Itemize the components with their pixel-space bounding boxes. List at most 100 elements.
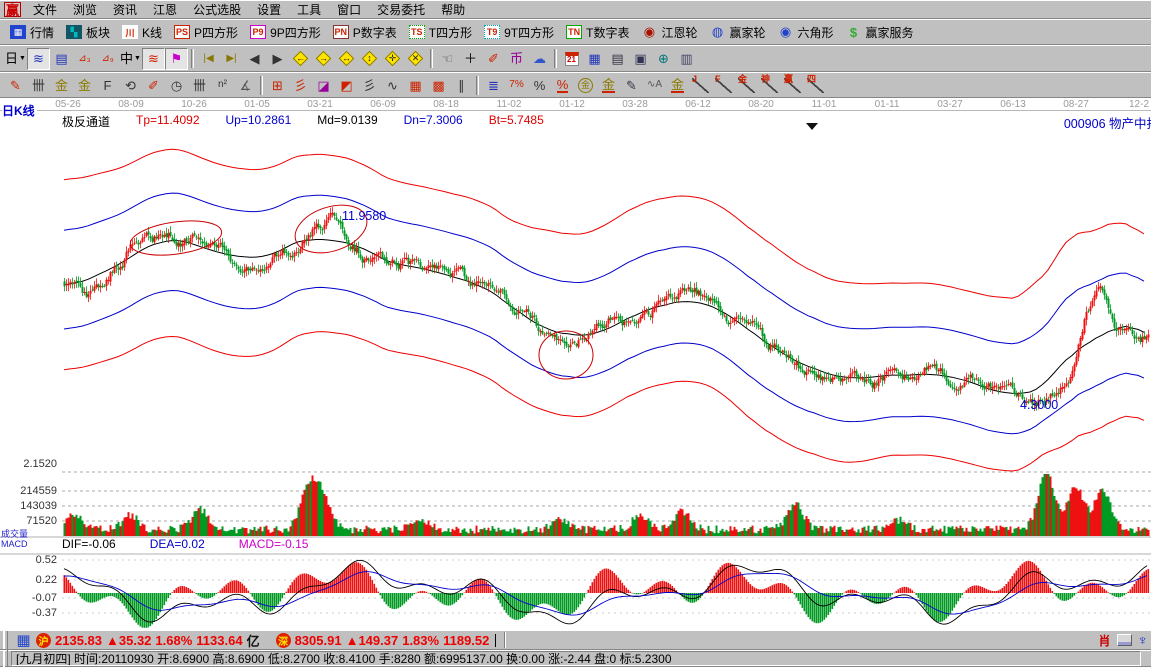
expand-vertical-button[interactable]: ↕	[358, 48, 381, 70]
percent-retrace-tool[interactable]: 7%	[505, 74, 528, 96]
menu-item[interactable]: 文件	[25, 0, 65, 19]
expand-horizontal-button[interactable]: ↔	[335, 48, 358, 70]
purple-pattern-button[interactable]: 币	[505, 48, 528, 70]
winner-wheel-button[interactable]: ◍赢家轮	[703, 21, 771, 43]
gold-scale-tool-1[interactable]: 金	[50, 74, 73, 96]
prev-button[interactable]: ◀	[243, 48, 266, 70]
network-button[interactable]: ⊕	[652, 48, 675, 70]
report-button[interactable]: ▤	[606, 48, 629, 70]
win-angle-tool[interactable]: 赢	[781, 74, 804, 96]
fan-red-tool[interactable]: 彡	[289, 74, 312, 96]
compress-button[interactable]: ✕	[404, 48, 427, 70]
pen-tool[interactable]: ✎	[4, 74, 27, 96]
spiral-scale-tool[interactable]: ⟲	[119, 74, 142, 96]
save-button[interactable]: ▣	[629, 48, 652, 70]
macd-hist-bar	[754, 587, 756, 593]
panel-drawer-icon[interactable]	[1117, 634, 1132, 646]
cloud-pattern-button[interactable]: ☁	[528, 48, 551, 70]
scale-grid-tool[interactable]: 卌	[27, 74, 50, 96]
t-number-button[interactable]: TNT数字表	[560, 21, 635, 43]
menu-item[interactable]: 公式选股	[185, 0, 249, 19]
shen-angle-tool[interactable]: 神	[758, 74, 781, 96]
zigzag-pattern-button[interactable]: ≋	[27, 48, 50, 70]
volume-bar	[1032, 520, 1034, 536]
expand-all-button[interactable]: ✛	[381, 48, 404, 70]
first-page-button[interactable]: |◀	[197, 48, 220, 70]
gold-scale-tool-2[interactable]: 金	[73, 74, 96, 96]
flag-filter-button[interactable]: ⚑	[165, 48, 188, 70]
menu-item[interactable]: 帮助	[433, 0, 473, 19]
hand-tool-button[interactable]: ☜	[436, 48, 459, 70]
fan-box-purple-tool[interactable]: ◪	[312, 74, 335, 96]
mark-pin-button[interactable]: ✐	[482, 48, 505, 70]
antenna-icon[interactable]: ♆	[1138, 632, 1149, 648]
pen-ruler-tool-icon: ✎	[626, 79, 637, 92]
next-button[interactable]: ▶	[266, 48, 289, 70]
menu-item[interactable]: 浏览	[65, 0, 105, 19]
shenzhen-index-icon[interactable]: 深	[276, 633, 291, 648]
menu-item[interactable]: 江恩	[145, 0, 185, 19]
protractor-tool[interactable]: ∡	[234, 74, 257, 96]
volume-bar	[784, 517, 786, 536]
menu-item[interactable]: 设置	[249, 0, 289, 19]
gann-bars-tool[interactable]: ≣	[482, 74, 505, 96]
n2-scale-tool[interactable]: n²	[211, 74, 234, 96]
shanghai-index-icon[interactable]: 沪	[36, 633, 51, 648]
toolbar-grip[interactable]	[3, 631, 8, 649]
menu-item[interactable]: 交易委托	[369, 0, 433, 19]
hexagon-button[interactable]: ◉六角形	[772, 21, 840, 43]
j-angle-tool[interactable]: J	[689, 74, 712, 96]
chart-area[interactable]: 11.95804.3000 日K线 极反通道 Tp=11.4092Up=10.2…	[0, 98, 1151, 630]
quotes-table-icon[interactable]: ▦	[15, 633, 32, 648]
pen-ruler-tool[interactable]: ✎	[620, 74, 643, 96]
calendar-button[interactable]: 21	[560, 48, 583, 70]
t-square-button[interactable]: TST四方形	[403, 21, 478, 43]
wave-a-tool[interactable]: ∿A	[643, 74, 666, 96]
period-day-button[interactable]: 日▼	[4, 48, 27, 70]
hash-scale-tool[interactable]: 卌	[188, 74, 211, 96]
menu-item[interactable]: 窗口	[329, 0, 369, 19]
p-number-button[interactable]: PNP数字表	[327, 21, 403, 43]
parallel-lines-tool[interactable]: ∥	[450, 74, 473, 96]
shift-right-button[interactable]: →	[312, 48, 335, 70]
menu-item[interactable]: 工具	[289, 0, 329, 19]
shift-left-button[interactable]: ←	[289, 48, 312, 70]
9t-square-button[interactable]: T99T四方形	[478, 21, 560, 43]
gold-lines-tool[interactable]: 金	[597, 74, 620, 96]
percent-line-tool[interactable]: %	[551, 74, 574, 96]
wave-tool[interactable]: ∿	[381, 74, 404, 96]
f-angle-tool[interactable]: F	[712, 74, 735, 96]
kline-button[interactable]: 川K线	[116, 21, 168, 43]
four-angle-tool[interactable]: 四	[804, 74, 827, 96]
gold-angle-tool[interactable]: 金	[735, 74, 758, 96]
bars-9-button[interactable]: ⊿₉	[96, 48, 119, 70]
pattern-red-button[interactable]: ≋	[142, 48, 165, 70]
calculator-button[interactable]: ▦	[583, 48, 606, 70]
grid-box-red-tool[interactable]: ▩	[427, 74, 450, 96]
box-target-tool[interactable]: ⊞	[266, 74, 289, 96]
last-page-button[interactable]: ▶|	[220, 48, 243, 70]
fan-box-red-tool[interactable]: ◩	[335, 74, 358, 96]
cycle-scale-tool[interactable]: ◷	[165, 74, 188, 96]
9p-square-button[interactable]: P99P四方形	[244, 21, 327, 43]
grid-red-tool[interactable]: ▦	[404, 74, 427, 96]
pen-scale-tool[interactable]: ✐	[142, 74, 165, 96]
menu-item[interactable]: 资讯	[105, 0, 145, 19]
gold-underline-tool[interactable]: 金	[666, 74, 689, 96]
p-square-button[interactable]: PSP四方形	[168, 21, 244, 43]
remote-button[interactable]: ▥	[675, 48, 698, 70]
quotes-button[interactable]: ▦行情	[4, 21, 60, 43]
winner-service-button[interactable]: $赢家服务	[840, 21, 920, 43]
xiao-badge[interactable]: 肖	[1098, 632, 1110, 649]
sectors-button[interactable]: ▚板块	[60, 21, 116, 43]
info-note-button[interactable]: ▤	[50, 48, 73, 70]
gann-wheel-button[interactable]: ◉江恩轮	[635, 21, 703, 43]
crosshair-button[interactable]: ＋	[459, 48, 482, 70]
percent-tool[interactable]: %	[528, 74, 551, 96]
macd-hist-bar	[932, 593, 934, 619]
candle-style-button[interactable]: 中▼	[119, 48, 142, 70]
bars-3-button[interactable]: ⊿₃	[73, 48, 96, 70]
gold-circle-tool[interactable]: 金	[574, 74, 597, 96]
fan-black-tool[interactable]: 彡	[358, 74, 381, 96]
f-scale-tool[interactable]: F	[96, 74, 119, 96]
